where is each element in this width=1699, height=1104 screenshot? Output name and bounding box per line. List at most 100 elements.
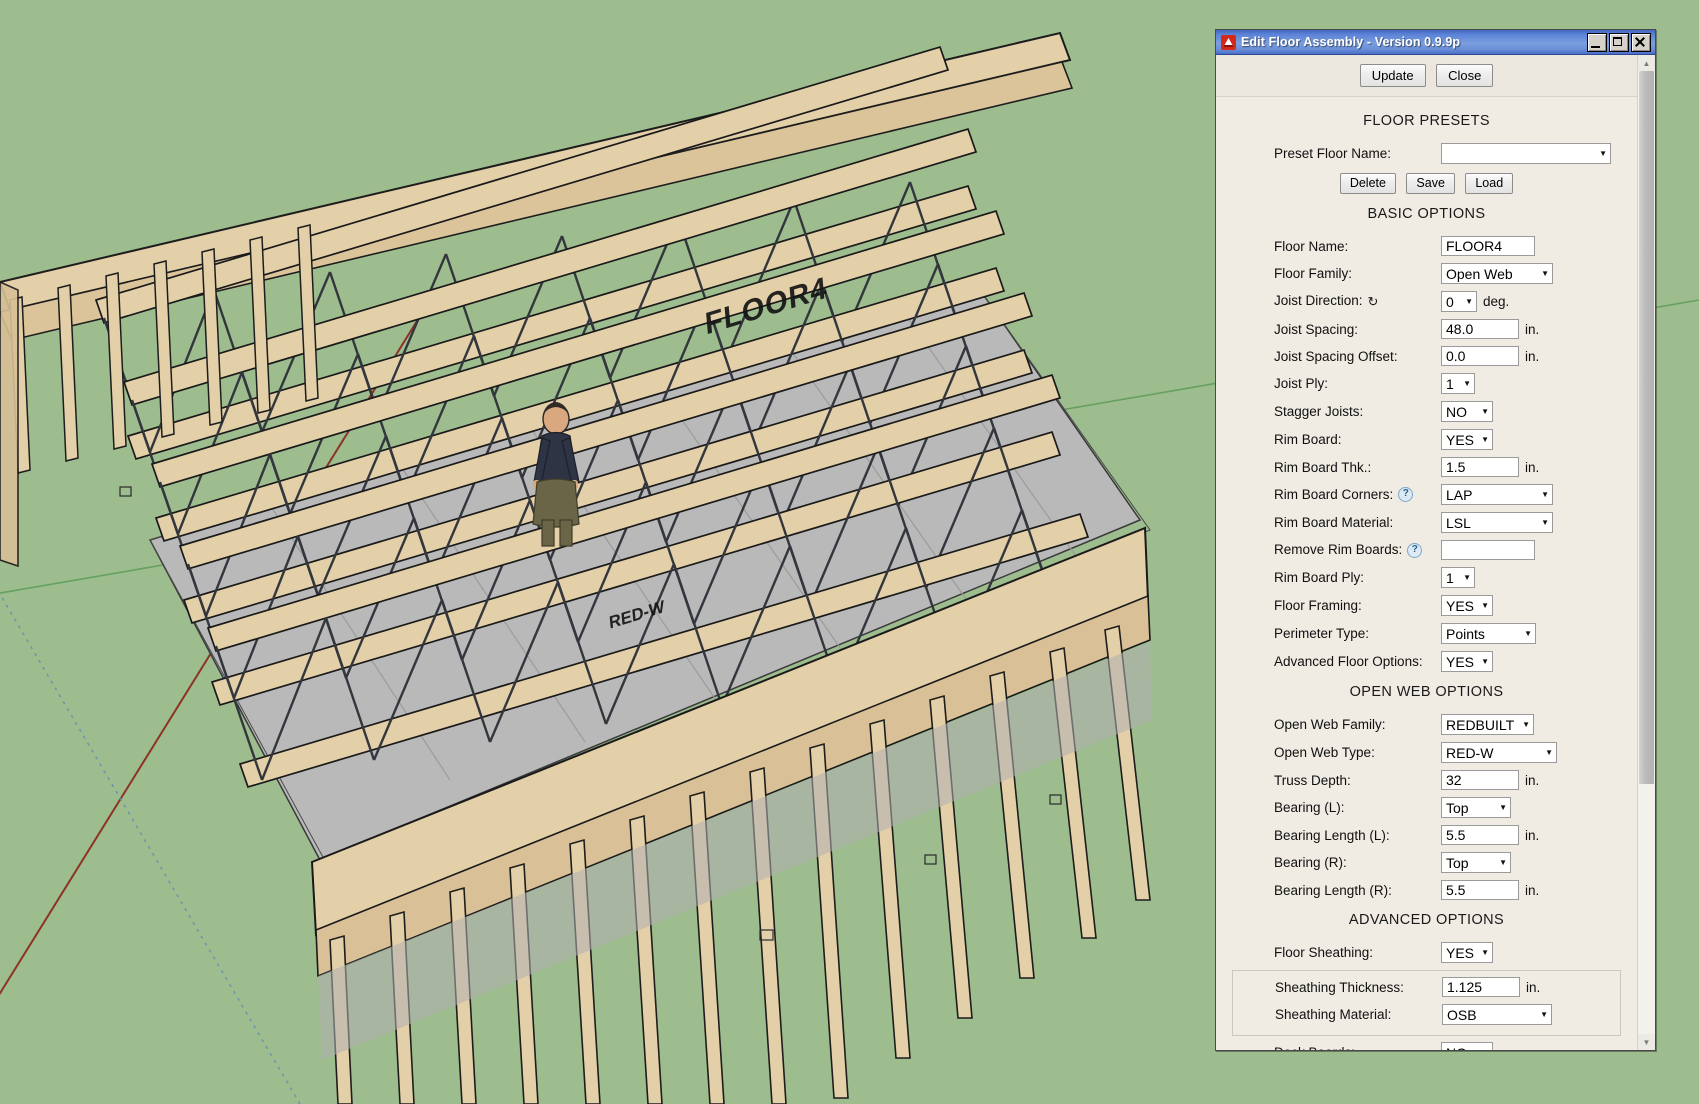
sheathing-material-label: Sheathing Material:	[1275, 1007, 1392, 1022]
scrollbar-track[interactable]	[1638, 71, 1655, 1034]
advanced-floor-options-label: Advanced Floor Options:	[1274, 654, 1423, 669]
perimeter-type-label: Perimeter Type:	[1274, 626, 1370, 641]
row-stagger-joists: Stagger Joists: NO	[1216, 401, 1637, 422]
maximize-button[interactable]	[1609, 32, 1629, 52]
joist-direction-unit: deg.	[1483, 294, 1510, 309]
open-web-type-select[interactable]: RED-W	[1441, 742, 1557, 763]
remove-rim-boards-label: Remove Rim Boards:?	[1274, 542, 1441, 558]
sheathing-subgroup: Sheathing Thickness: in. Sheathing Mater…	[1232, 970, 1621, 1036]
joist-ply-select[interactable]: 1	[1441, 373, 1475, 394]
row-bearing-right: Bearing (R): Top	[1216, 852, 1637, 873]
bearing-length-left-label: Bearing Length (L):	[1274, 827, 1390, 843]
joist-spacing-input[interactable]	[1441, 319, 1519, 339]
bearing-left-select[interactable]: Top	[1441, 797, 1511, 818]
joist-direction-label-text: Joist Direction:	[1274, 293, 1363, 309]
bearing-length-left-unit: in.	[1525, 827, 1540, 843]
rim-board-thk-unit: in.	[1525, 459, 1540, 475]
section-floor-presets-title: FLOOR PRESETS	[1363, 113, 1490, 129]
bearing-length-right-label: Bearing Length (R):	[1274, 882, 1392, 898]
bearing-right-label: Bearing (R):	[1274, 855, 1347, 870]
row-floor-family: Floor Family: Open Web	[1216, 263, 1637, 284]
row-preset-floor-name: Preset Floor Name:	[1216, 143, 1637, 164]
joist-direction-label: Joist Direction: ↻	[1274, 293, 1441, 309]
joist-direction-select[interactable]: 0	[1441, 291, 1477, 312]
dialog-content: Update Close FLOOR PRESETS Preset Floor …	[1216, 55, 1637, 1050]
bearing-length-right-input[interactable]	[1441, 880, 1519, 900]
joist-spacing-label: Joist Spacing:	[1274, 321, 1359, 337]
dialog-body: Update Close FLOOR PRESETS Preset Floor …	[1216, 55, 1655, 1050]
sketchup-icon	[1221, 34, 1236, 50]
bearing-left-label: Bearing (L):	[1274, 800, 1345, 815]
dialog-title: Edit Floor Assembly - Version 0.9.9p	[1241, 35, 1461, 49]
rim-board-material-label: Rim Board Material:	[1274, 515, 1394, 530]
scroll-up-arrow[interactable]: ▲	[1638, 55, 1655, 71]
rim-board-material-select[interactable]: LSL	[1441, 512, 1553, 533]
advanced-floor-options-select[interactable]: YES	[1441, 651, 1493, 672]
row-rim-board-ply: Rim Board Ply: 1	[1216, 567, 1637, 588]
rim-board-ply-select[interactable]: 1	[1441, 567, 1475, 588]
edit-floor-assembly-dialog[interactable]: Edit Floor Assembly - Version 0.9.9p Upd…	[1215, 29, 1656, 1051]
perimeter-type-select[interactable]: Points	[1441, 623, 1536, 644]
save-preset-button[interactable]: Save	[1406, 173, 1455, 194]
floor-name-input[interactable]	[1441, 236, 1535, 256]
row-bearing-length-left: Bearing Length (L): in.	[1216, 825, 1637, 845]
row-bearing-length-right: Bearing Length (R): in.	[1216, 880, 1637, 900]
row-advanced-floor-options: Advanced Floor Options: YES	[1216, 651, 1637, 672]
row-sheathing-thickness: Sheathing Thickness: in.	[1233, 977, 1620, 997]
window-controls	[1587, 32, 1653, 52]
row-rim-board-thk: Rim Board Thk.: in.	[1216, 457, 1637, 477]
close-window-button[interactable]	[1631, 32, 1651, 52]
remove-rim-boards-input[interactable]	[1441, 540, 1535, 560]
help-icon-rim-board-corners[interactable]: ?	[1398, 487, 1414, 503]
sheathing-thickness-label: Sheathing Thickness:	[1275, 979, 1404, 995]
truss-depth-input[interactable]	[1441, 770, 1519, 790]
rim-board-corners-select[interactable]: LAP	[1441, 484, 1553, 505]
floor-family-select[interactable]: Open Web	[1441, 263, 1553, 284]
floor-sheathing-select[interactable]: YES	[1441, 942, 1493, 963]
scroll-down-arrow[interactable]: ▼	[1638, 1034, 1655, 1050]
joist-spacing-offset-label: Joist Spacing Offset:	[1274, 348, 1398, 364]
options-pane: FLOOR PRESETS Preset Floor Name: Delete …	[1216, 97, 1637, 1050]
bearing-length-left-input[interactable]	[1441, 825, 1519, 845]
rim-board-corners-label: Rim Board Corners:?	[1274, 487, 1441, 503]
joist-spacing-offset-input[interactable]	[1441, 346, 1519, 366]
open-web-type-label: Open Web Type:	[1274, 745, 1375, 760]
deck-boards-select[interactable]: NO	[1441, 1042, 1493, 1050]
preset-floor-name-select[interactable]	[1441, 143, 1611, 164]
section-advanced-options-title: ADVANCED OPTIONS	[1348, 912, 1505, 928]
stagger-joists-select[interactable]: NO	[1441, 401, 1493, 422]
open-web-family-label: Open Web Family:	[1274, 717, 1386, 732]
scrollbar-thumb[interactable]	[1639, 71, 1654, 784]
remove-rim-boards-label-text: Remove Rim Boards:	[1274, 542, 1403, 558]
close-button[interactable]: Close	[1436, 64, 1494, 87]
minimize-button[interactable]	[1587, 32, 1607, 52]
joist-ply-label: Joist Ply:	[1274, 376, 1329, 391]
truss-depth-label: Truss Depth:	[1274, 772, 1351, 788]
help-icon-remove-rim-boards[interactable]: ?	[1407, 542, 1423, 558]
rim-board-select[interactable]: YES	[1441, 429, 1493, 450]
vertical-scrollbar[interactable]: ▲ ▼	[1637, 55, 1655, 1050]
stagger-joists-label: Stagger Joists:	[1274, 404, 1364, 419]
rim-board-thk-input[interactable]	[1441, 457, 1519, 477]
load-preset-button[interactable]: Load	[1465, 173, 1514, 194]
update-button[interactable]: Update	[1359, 64, 1426, 87]
sheathing-thickness-input[interactable]	[1442, 977, 1520, 997]
row-floor-framing: Floor Framing: YES	[1216, 595, 1637, 616]
row-sheathing-material: Sheathing Material: OSB	[1233, 1004, 1620, 1025]
dialog-toolbar: Update Close	[1216, 55, 1637, 97]
row-floor-name: Floor Name:	[1216, 236, 1637, 256]
refresh-icon[interactable]: ↻	[1368, 294, 1379, 310]
rim-board-label: Rim Board:	[1274, 432, 1342, 447]
rim-board-thk-label: Rim Board Thk.:	[1274, 459, 1372, 475]
row-joist-spacing-offset: Joist Spacing Offset: in.	[1216, 346, 1637, 366]
floor-framing-label: Floor Framing:	[1274, 598, 1362, 613]
delete-preset-button[interactable]: Delete	[1339, 173, 1396, 194]
floor-framing-select[interactable]: YES	[1441, 595, 1493, 616]
open-web-family-select[interactable]: REDBUILT	[1441, 714, 1534, 735]
preset-actions: Delete Save Load	[1216, 173, 1637, 194]
row-truss-depth: Truss Depth: in.	[1216, 770, 1637, 790]
bearing-right-select[interactable]: Top	[1441, 852, 1511, 873]
dialog-titlebar[interactable]: Edit Floor Assembly - Version 0.9.9p	[1216, 30, 1655, 55]
sheathing-material-select[interactable]: OSB	[1442, 1004, 1552, 1025]
row-joist-spacing: Joist Spacing: in.	[1216, 319, 1637, 339]
